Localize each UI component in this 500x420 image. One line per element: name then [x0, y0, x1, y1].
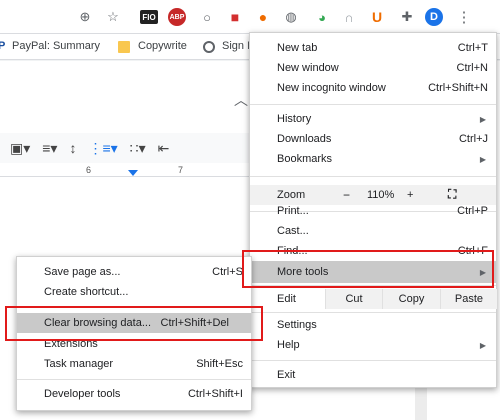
submenu-item-developer-tools[interactable]: Developer tools Ctrl+Shift+I: [17, 384, 251, 404]
zoom-icon[interactable]: ⊕: [76, 8, 94, 26]
downloads-label: Downloads: [277, 133, 332, 145]
menu-item-new-window[interactable]: New window Ctrl+N: [250, 58, 496, 78]
ruler-mark-6: 6: [86, 165, 92, 175]
align-icon[interactable]: ≡▾: [42, 140, 57, 157]
cut-button[interactable]: Cut: [325, 289, 382, 309]
browser-toolbar: ⊕ ☆ FIO ABP ○ ■ ● ◍ ◕ ∩ U ✚ D ⋮: [0, 0, 500, 34]
create-shortcut-label: Create shortcut...: [44, 286, 129, 298]
adblock-plus-icon[interactable]: ABP: [168, 8, 186, 26]
globe-icon: [203, 41, 215, 53]
kebab-menu-icon[interactable]: ⋮: [455, 8, 473, 26]
task-manager-shortcut: Shift+Esc: [196, 358, 243, 370]
zoom-out-button[interactable]: −: [343, 188, 350, 202]
globe-extension-icon[interactable]: ◍: [282, 8, 300, 26]
cast-label: Cast...: [277, 225, 309, 237]
chrome-main-menu: New tab Ctrl+T New window Ctrl+N New inc…: [249, 32, 497, 388]
puzzle-extensions-icon[interactable]: ✚: [398, 8, 416, 26]
profile-avatar[interactable]: D: [425, 8, 443, 26]
developer-tools-shortcut: Ctrl+Shift+I: [187, 388, 243, 400]
chevron-right-icon: ▶: [479, 340, 486, 350]
exit-label: Exit: [277, 369, 296, 381]
developer-tools-label: Developer tools: [44, 388, 121, 400]
copy-button[interactable]: Copy: [382, 289, 440, 309]
print-shortcut: Ctrl+P: [457, 205, 488, 217]
orange-extension-icon[interactable]: ●: [254, 8, 272, 26]
bulleted-list-icon[interactable]: ∷▾: [130, 140, 146, 157]
new-tab-shortcut: Ctrl+T: [457, 42, 488, 54]
line-spacing-icon[interactable]: ↕: [69, 140, 76, 156]
menu-separator: [17, 379, 251, 380]
new-window-shortcut: Ctrl+N: [456, 62, 488, 74]
submenu-item-create-shortcut[interactable]: Create shortcut...: [17, 282, 251, 302]
edit-label: Edit: [277, 293, 296, 305]
menu-item-new-incognito[interactable]: New incognito window Ctrl+Shift+N: [250, 78, 496, 98]
new-incognito-shortcut: Ctrl+Shift+N: [428, 82, 488, 94]
ruler: 6 7: [0, 165, 250, 177]
red-extension-icon[interactable]: ■: [226, 8, 244, 26]
submenu-item-task-manager[interactable]: Task manager Shift+Esc: [17, 354, 251, 374]
menu-item-exit[interactable]: Exit: [250, 365, 496, 385]
zoom-label: Zoom: [277, 189, 306, 201]
paste-button[interactable]: Paste: [440, 289, 497, 309]
circle-extension-icon[interactable]: ○: [198, 8, 216, 26]
print-label: Print...: [277, 205, 309, 217]
menu-separator: [250, 360, 496, 361]
paypal-icon: P: [0, 40, 6, 52]
new-window-label: New window: [277, 62, 339, 74]
menu-item-help[interactable]: Help ▶: [250, 335, 496, 355]
new-tab-label: New tab: [277, 42, 318, 54]
menu-item-bookmarks[interactable]: Bookmarks ▶: [250, 149, 496, 169]
u-extension-icon[interactable]: U: [368, 8, 386, 26]
menu-item-new-tab[interactable]: New tab Ctrl+T: [250, 38, 496, 58]
bookmark-sign[interactable]: Sign I: [222, 40, 250, 52]
ruler-mark-7: 7: [178, 165, 184, 175]
help-label: Help: [277, 339, 300, 351]
task-manager-label: Task manager: [44, 358, 114, 370]
bookmarks-label: Bookmarks: [277, 153, 333, 165]
colorful-extension-icon[interactable]: ◕: [313, 8, 331, 26]
menu-separator: [250, 176, 496, 177]
fio-extension-icon[interactable]: FIO: [140, 10, 158, 24]
save-page-shortcut: Ctrl+S: [212, 266, 243, 278]
menu-separator: [250, 104, 496, 105]
arch-extension-icon[interactable]: ∩: [340, 8, 358, 26]
menu-item-cast[interactable]: Cast...: [250, 221, 496, 241]
bookmark-copywrite[interactable]: Copywrite: [138, 40, 187, 52]
numbered-list-icon[interactable]: ⋮≡▾: [88, 140, 117, 157]
format-toolbar: ▣▾ ≡▾ ↕ ⋮≡▾ ∷▾ ⇤: [0, 133, 250, 163]
collapse-caret-icon[interactable]: ︿: [234, 90, 248, 110]
settings-label: Settings: [277, 319, 317, 331]
menu-item-settings[interactable]: Settings: [250, 315, 496, 335]
fullscreen-icon[interactable]: ⛶: [448, 187, 456, 202]
image-icon[interactable]: ▣▾: [10, 140, 30, 157]
downloads-shortcut: Ctrl+J: [458, 133, 488, 145]
annotation-box-more-tools: [242, 250, 494, 288]
chevron-right-icon: ▶: [479, 154, 486, 164]
folder-icon: [118, 41, 130, 53]
history-label: History: [277, 113, 312, 125]
edit-row: Edit Cut Copy Paste: [250, 289, 497, 309]
save-page-label: Save page as...: [44, 266, 121, 278]
annotation-box-clear-browsing: [5, 306, 263, 341]
indent-icon[interactable]: ⇤: [158, 140, 170, 157]
zoom-level: 110%: [367, 189, 395, 201]
chevron-right-icon: ▶: [479, 114, 486, 124]
bookmark-star-icon[interactable]: ☆: [104, 8, 122, 26]
menu-item-history[interactable]: History ▶: [250, 109, 496, 129]
indent-marker-icon[interactable]: [128, 170, 138, 176]
zoom-in-button[interactable]: +: [407, 189, 413, 201]
menu-separator: [250, 312, 496, 313]
submenu-item-save-page[interactable]: Save page as... Ctrl+S: [17, 262, 251, 282]
new-incognito-label: New incognito window: [277, 82, 386, 94]
bookmark-paypal[interactable]: PayPal: Summary: [12, 40, 100, 52]
menu-item-print[interactable]: Print... Ctrl+P: [250, 201, 496, 221]
menu-item-downloads[interactable]: Downloads Ctrl+J: [250, 129, 496, 149]
